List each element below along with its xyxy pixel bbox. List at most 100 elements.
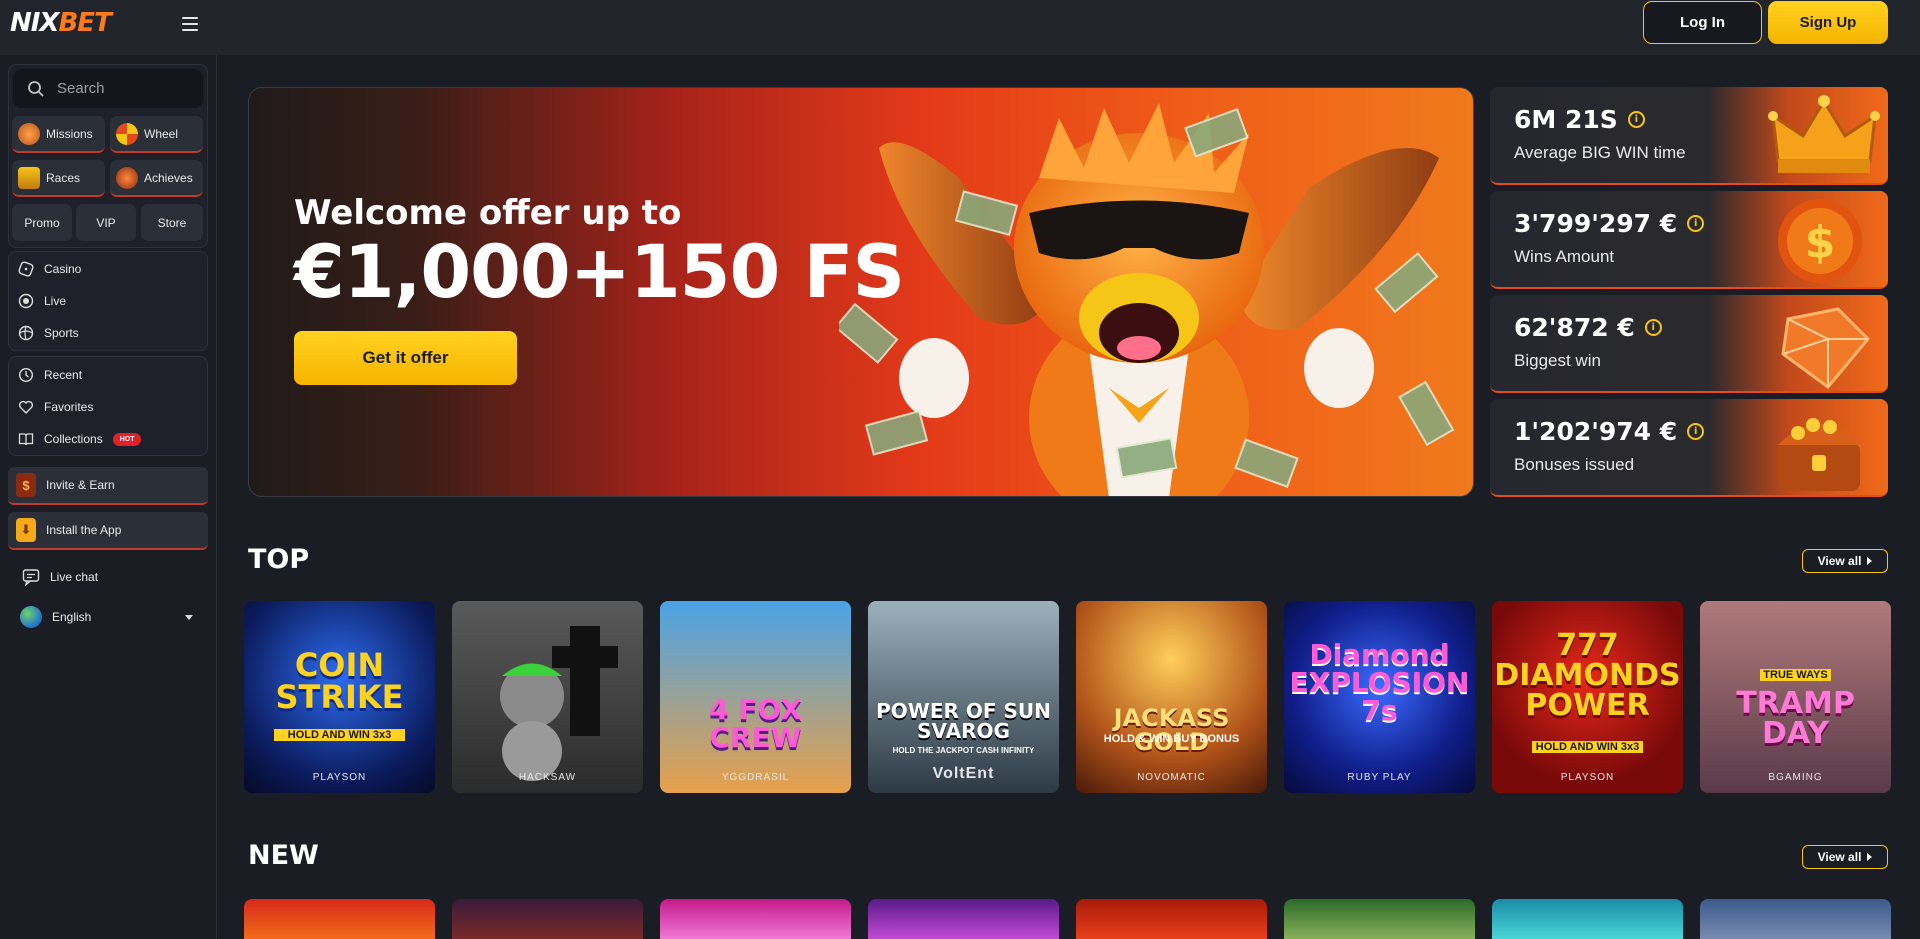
new-game-tile[interactable] (660, 899, 851, 939)
game-subtitle: HOLD AND WIN 3x3 (274, 729, 405, 741)
chip-label: Achieves (144, 170, 193, 185)
chip-achieves[interactable]: Achieves (110, 160, 203, 197)
chip-label: Missions (46, 126, 93, 141)
new-game-tile[interactable] (868, 899, 1059, 939)
new-view-all-button[interactable]: View all (1802, 845, 1888, 869)
banner-title: Welcome offer up to (294, 193, 682, 233)
game-tile-diamond-explosion-7s[interactable]: Diamond EXPLOSION 7s RUBY PLAY (1284, 601, 1475, 793)
search-box[interactable] (13, 69, 203, 108)
info-icon[interactable]: i (1627, 111, 1645, 128)
chip-promo[interactable]: Promo (12, 204, 72, 241)
install-app-button[interactable]: ⬇ Install the App (8, 512, 208, 550)
coin-icon: $ (1778, 199, 1862, 283)
wheel-icon (116, 122, 138, 145)
top-view-all-button[interactable]: View all (1802, 549, 1888, 573)
info-icon[interactable]: i (1687, 423, 1705, 440)
chip-store[interactable]: Store (141, 204, 203, 241)
info-icon[interactable]: i (1644, 319, 1662, 336)
game-title: JACKASS GOLD (1113, 704, 1230, 756)
nav-recent[interactable]: Recent (18, 363, 82, 387)
game-provider: RUBY PLAY (1347, 772, 1412, 783)
hot-badge: HOT (112, 432, 142, 446)
nav-sports[interactable]: Sports (18, 321, 79, 345)
game-title: 777 DIAMONDS POWER (1494, 628, 1681, 723)
dollar-icon: $ (16, 473, 36, 497)
medal-icon (116, 166, 138, 189)
live-chat-link[interactable]: Live chat (22, 565, 98, 589)
chevron-down-icon[interactable] (185, 615, 193, 620)
search-icon (28, 80, 44, 97)
nav-label: Collections (44, 432, 103, 446)
game-tile-4-fox-crew[interactable]: 4 FOX CREW YGGDRASIL (660, 601, 851, 793)
new-game-tile[interactable] (1700, 899, 1891, 939)
nav-label: Sports (44, 326, 79, 340)
chip-wheel[interactable]: Wheel (110, 116, 203, 153)
nav-favorites[interactable]: Favorites (18, 395, 93, 419)
new-game-tile[interactable] (452, 899, 643, 939)
game-subtitle: HOLD & WIN BUY BONUS (1103, 733, 1240, 745)
chip-vip[interactable]: VIP (76, 204, 136, 241)
stat-card-wins-amount: 3'799'297 € i Wins Amount $ (1490, 191, 1888, 289)
nav-collections[interactable]: Collections HOT (18, 427, 142, 451)
stat-card-bonuses-issued: 1'202'974 € i Bonuses issued (1490, 399, 1888, 497)
game-subtitle: TRUE WAYS (1760, 669, 1831, 681)
welcome-banner[interactable]: Welcome offer up to €1,000+150 FS Get it… (248, 87, 1474, 497)
game-subtitle: HOLD AND WIN 3x3 (1532, 741, 1643, 753)
chevron-right-icon (1867, 853, 1873, 861)
chip-races[interactable]: Races (12, 160, 105, 197)
game-title: Diamond EXPLOSION 7s (1289, 638, 1470, 727)
login-button[interactable]: Log In (1643, 1, 1762, 44)
sports-ball-icon (18, 325, 34, 341)
new-section-title: NEW (248, 840, 319, 871)
new-game-tile[interactable] (1492, 899, 1683, 939)
stat-card-biggest-win: 62'872 € i Biggest win (1490, 295, 1888, 393)
view-all-label: View all (1817, 554, 1862, 568)
heart-icon (18, 400, 34, 414)
info-icon[interactable]: i (1687, 215, 1705, 232)
banner-amount: €1,000+150 FS (294, 230, 905, 315)
chip-missions[interactable]: Missions (12, 116, 105, 153)
invite-earn-button[interactable]: $ Invite & Earn (8, 467, 208, 505)
stat-label: Biggest win (1514, 351, 1601, 370)
chest-icon (1778, 418, 1860, 491)
game-tile-power-of-sun-svarog[interactable]: POWER OF SUN SVAROG HOLD THE JACKPOT CAS… (868, 601, 1059, 793)
game-subtitle: HOLD THE JACKPOT CASH INFINITY (892, 746, 1035, 755)
svg-text:$: $ (1805, 217, 1836, 268)
game-provider: NOVOMATIC (1137, 772, 1206, 783)
live-chat-label: Live chat (50, 570, 99, 584)
hamburger-menu-icon[interactable] (182, 12, 206, 36)
stat-value: 62'872 € (1514, 313, 1635, 342)
game-provider: PLAYSON (1560, 772, 1615, 783)
new-game-tile[interactable] (244, 899, 435, 939)
nav-label: Live (44, 294, 67, 308)
game-tile-hacksaw[interactable]: HACKSAW (452, 601, 643, 793)
game-provider: HACKSAW (518, 772, 577, 783)
stat-card-big-win-time: 6M 21S i Average BIG WIN time (1490, 87, 1888, 185)
rat-mascot-illustration (500, 626, 618, 781)
stat-value: 3'799'297 € (1514, 209, 1678, 238)
nav-casino[interactable]: Casino (18, 257, 81, 281)
language-label: English (52, 610, 92, 624)
get-offer-button[interactable]: Get it offer (294, 331, 517, 385)
game-title: 4 FOX CREW (709, 693, 802, 754)
stat-label: Bonuses issued (1514, 455, 1635, 474)
game-tile-tramp-day[interactable]: TRUE WAYS TRAMP DAY BGAMING (1700, 601, 1891, 793)
nav-live[interactable]: Live (18, 289, 66, 313)
top-section-title: TOP (248, 544, 310, 575)
game-tile-777-diamonds-power[interactable]: 777 DIAMONDS POWER HOLD AND WIN 3x3 PLAY… (1492, 601, 1683, 793)
game-tile-jackass-gold[interactable]: JACKASS GOLD HOLD & WIN BUY BONUS NOVOMA… (1076, 601, 1267, 793)
new-game-tile[interactable] (1076, 899, 1267, 939)
invite-label: Invite & Earn (46, 478, 115, 492)
signup-button[interactable]: Sign Up (1768, 1, 1888, 44)
new-game-tile[interactable] (1284, 899, 1475, 939)
missions-icon (18, 122, 40, 145)
stat-value: 6M 21S (1514, 105, 1618, 134)
stat-label: Wins Amount (1514, 247, 1615, 266)
game-tile-coin-strike[interactable]: COIN STRIKE HOLD AND WIN 3x3 PLAYSON (244, 601, 435, 793)
nav-label: Recent (44, 368, 83, 382)
search-input[interactable] (57, 80, 197, 97)
language-selector[interactable]: English (20, 605, 91, 629)
site-logo[interactable]: NIXBET (10, 8, 112, 38)
game-title: POWER OF SUN SVAROG (876, 699, 1051, 743)
chip-label: VIP (96, 215, 116, 230)
